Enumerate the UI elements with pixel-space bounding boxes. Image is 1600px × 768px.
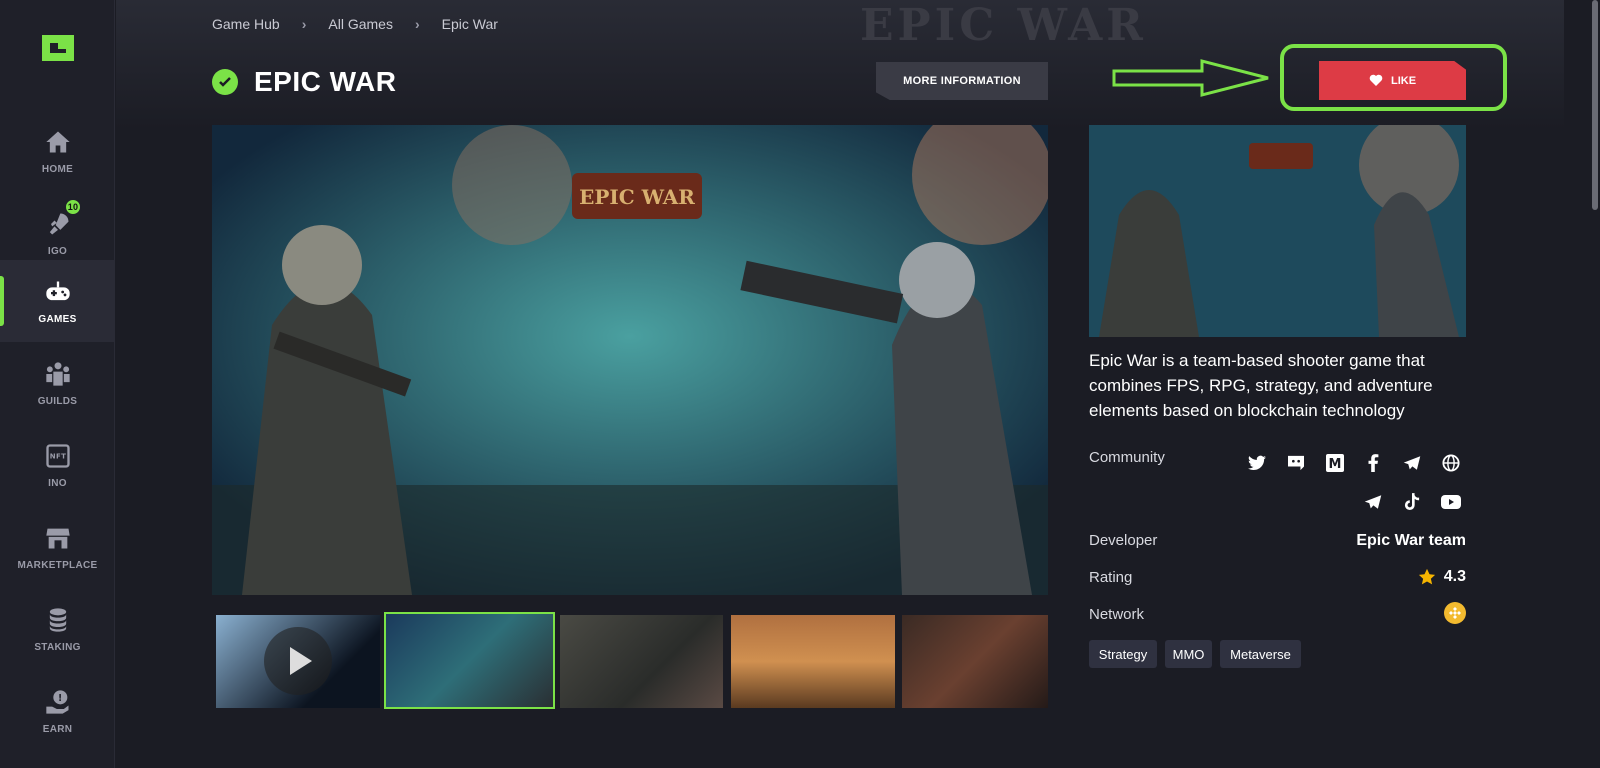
sidebar-item-label: IGO: [47, 245, 68, 257]
heart-icon: [1369, 74, 1383, 86]
svg-text:M: M: [1329, 457, 1342, 472]
sidebar-item-label: GAMES: [38, 313, 77, 325]
brand-logo-icon[interactable]: [40, 33, 76, 63]
home-icon: [45, 131, 70, 152]
chevron-right-icon: ›: [414, 16, 420, 32]
thumbnail-dark-scene[interactable]: [902, 615, 1048, 708]
guild-icon: [45, 361, 70, 386]
title-row: EPIC WAR: [212, 66, 396, 98]
game-description: Epic War is a team-based shooter game th…: [1089, 351, 1433, 420]
hero-watermark-logo: EPIC WAR: [860, 0, 1147, 51]
sidebar-item-guilds[interactable]: GUILDS: [0, 342, 115, 424]
rating-label: Rating: [1089, 569, 1133, 586]
sidebar-item-ino[interactable]: NFT INO: [0, 424, 115, 506]
bnb-network-icon[interactable]: [1444, 602, 1466, 624]
sidebar-item-marketplace[interactable]: MARKETPLACE: [0, 506, 115, 588]
tag-mmo[interactable]: MMO: [1165, 640, 1212, 668]
thumbnail-gameplay[interactable]: [560, 615, 723, 708]
breadcrumb-current: Epic War: [441, 16, 498, 32]
sidebar: HOME 10 IGO GAMES GUILDS NFT INO MARKETP…: [0, 0, 115, 768]
sidebar-item-label: STAKING: [34, 641, 81, 653]
like-button[interactable]: LIKE: [1319, 61, 1466, 100]
breadcrumb: Game Hub › All Games › Epic War: [212, 16, 498, 32]
sidebar-item-label: HOME: [41, 163, 74, 175]
store-icon: [45, 528, 70, 548]
like-label: LIKE: [1390, 74, 1417, 87]
sidebar-item-label: EARN: [42, 723, 73, 735]
earn-icon: !: [45, 689, 68, 714]
coins-icon: [49, 607, 66, 632]
tiktok-icon[interactable]: [1401, 491, 1423, 513]
page-title: EPIC WAR: [254, 66, 397, 97]
svg-text:NFT: NFT: [49, 452, 65, 460]
website-globe-icon[interactable]: [1440, 452, 1462, 474]
rating-number: 4.3: [1443, 568, 1466, 585]
nft-icon: NFT: [45, 443, 70, 468]
telegram-icon[interactable]: [1401, 452, 1423, 474]
main-game-screenshot[interactable]: EPIC WAR: [212, 125, 1048, 595]
sidebar-item-label: MARKETPLACE: [17, 559, 98, 571]
facebook-icon[interactable]: [1362, 452, 1384, 474]
tag-strategy[interactable]: Strategy: [1089, 640, 1157, 668]
breadcrumb-game-hub[interactable]: Game Hub: [212, 16, 280, 32]
game-art-image: EPIC WAR: [212, 125, 1048, 595]
network-label: Network: [1089, 606, 1145, 623]
sidebar-item-staking[interactable]: STAKING: [0, 588, 115, 670]
sidebar-item-label: INO: [48, 477, 67, 489]
game-cover-image: [1089, 125, 1466, 337]
sidebar-item-games[interactable]: GAMES: [0, 260, 115, 342]
rating-value: 4.3: [1418, 568, 1466, 586]
gamepad-icon: [45, 281, 70, 300]
thumbnail-desert[interactable]: [731, 615, 895, 708]
breadcrumb-all-games[interactable]: All Games: [328, 16, 393, 32]
sidebar-item-earn[interactable]: ! EARN: [0, 670, 115, 752]
tag-metaverse[interactable]: Metaverse: [1220, 640, 1301, 668]
page-scrollbar[interactable]: [1592, 0, 1598, 210]
thumbnail-video[interactable]: [216, 615, 380, 708]
sidebar-item-label: GUILDS: [37, 395, 78, 407]
chevron-right-icon: ›: [301, 16, 307, 32]
verified-check-icon: [212, 69, 238, 95]
developer-label: Developer: [1089, 532, 1158, 549]
telegram-icon[interactable]: [1362, 491, 1384, 513]
play-icon: [264, 627, 332, 695]
twitter-icon[interactable]: [1246, 452, 1268, 474]
discord-icon[interactable]: [1285, 452, 1307, 474]
svg-text:!: !: [58, 692, 63, 703]
game-logo-text: EPIC WAR: [579, 185, 695, 209]
star-icon: [1418, 568, 1435, 585]
developer-value: Epic War team: [1356, 532, 1466, 549]
sidebar-item-home[interactable]: HOME: [0, 110, 115, 192]
community-label: Community: [1089, 449, 1165, 466]
igo-badge: 10: [64, 198, 82, 216]
youtube-icon[interactable]: [1440, 491, 1462, 513]
arrow-right-icon: [1112, 59, 1269, 97]
more-information-button[interactable]: MORE INFORMATION: [876, 62, 1048, 100]
thumbnail-selected[interactable]: [384, 612, 555, 709]
medium-icon[interactable]: M: [1324, 452, 1346, 474]
